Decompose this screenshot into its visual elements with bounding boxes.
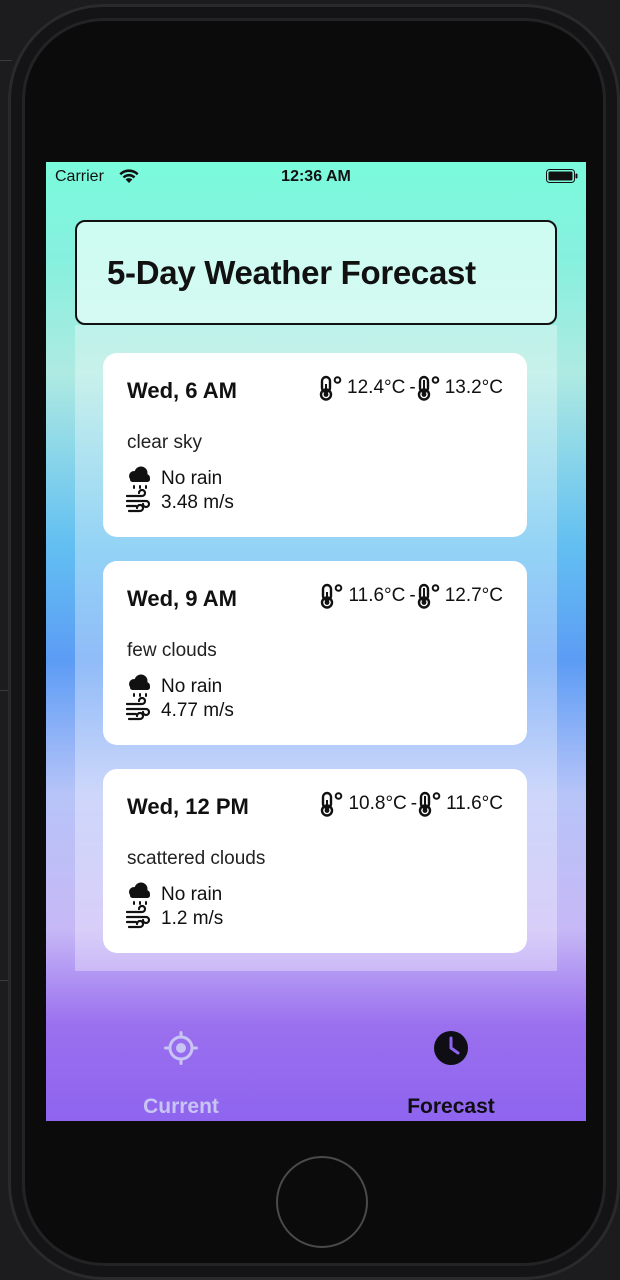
app-screen: Carrier 12:36 AM 5-Day Weather Forecast … [46, 162, 586, 1121]
rain-wind-icon [126, 674, 151, 721]
weather-description: scattered clouds [127, 848, 266, 869]
rain-value: No rain [161, 676, 223, 697]
forecast-card[interactable]: Wed, 12 PM 10.8°C - 11.6°C scattered clo… [103, 769, 527, 953]
thermometer-icon [321, 791, 343, 817]
temp-max: 13.2°C [444, 377, 503, 398]
backdrop-divider [0, 60, 12, 61]
thermometer-icon [417, 583, 439, 609]
rain-wind-icon [126, 882, 151, 929]
tab-current[interactable]: Current [46, 1022, 316, 1121]
rain-wind-icon [126, 466, 151, 513]
location-target-icon [164, 1031, 198, 1065]
forecast-card[interactable]: Wed, 9 AM 11.6°C - 12.7°C few clouds No … [103, 561, 527, 745]
temperature-range: 12.4°C - 13.2°C [319, 375, 503, 401]
forecast-time: Wed, 12 PM [127, 794, 249, 819]
temp-separator: - [409, 585, 416, 606]
thermometer-icon [321, 583, 343, 609]
temp-separator: - [409, 377, 416, 398]
temp-min: 11.6°C [348, 585, 406, 606]
wind-value: 3.48 m/s [161, 492, 234, 513]
header-box: 5-Day Weather Forecast [75, 220, 557, 325]
weather-description: few clouds [127, 640, 217, 661]
battery-icon [546, 169, 578, 183]
temp-separator: - [410, 793, 418, 814]
temperature-range: 11.6°C - 12.7°C [320, 583, 503, 609]
tab-forecast-label: Forecast [407, 1095, 495, 1118]
temp-min: 12.4°C [347, 377, 406, 398]
wind-value: 4.77 m/s [161, 700, 234, 721]
home-button[interactable] [276, 1156, 368, 1248]
forecast-time: Wed, 6 AM [127, 378, 238, 403]
rain-value: No rain [161, 884, 223, 905]
weather-description: clear sky [127, 432, 202, 453]
temp-max: 12.7°C [444, 585, 503, 606]
tab-bar: Current Forecast [46, 1022, 586, 1121]
tab-forecast[interactable]: Forecast [316, 1022, 586, 1121]
status-time: 12:36 AM [281, 168, 351, 185]
temp-max: 11.6°C [446, 793, 503, 814]
forecast-time: Wed, 9 AM [127, 586, 238, 611]
thermometer-icon [418, 791, 441, 817]
forecast-card[interactable]: Wed, 6 AM 12.4°C - 13.2°C clear sky No r… [103, 353, 527, 537]
thermometer-icon [417, 375, 439, 401]
wind-value: 1.2 m/s [161, 908, 224, 929]
temp-min: 10.8°C [348, 793, 407, 814]
forecast-list[interactable]: Wed, 6 AM 12.4°C - 13.2°C clear sky No r… [75, 325, 557, 971]
page-title: 5-Day Weather Forecast [107, 254, 476, 291]
tab-current-label: Current [143, 1095, 219, 1118]
thermometer-icon [319, 375, 342, 401]
temperature-range: 10.8°C - 11.6°C [320, 791, 503, 817]
rain-value: No rain [161, 468, 223, 489]
clock-icon [434, 1031, 468, 1065]
status-bar: Carrier 12:36 AM [46, 162, 586, 192]
